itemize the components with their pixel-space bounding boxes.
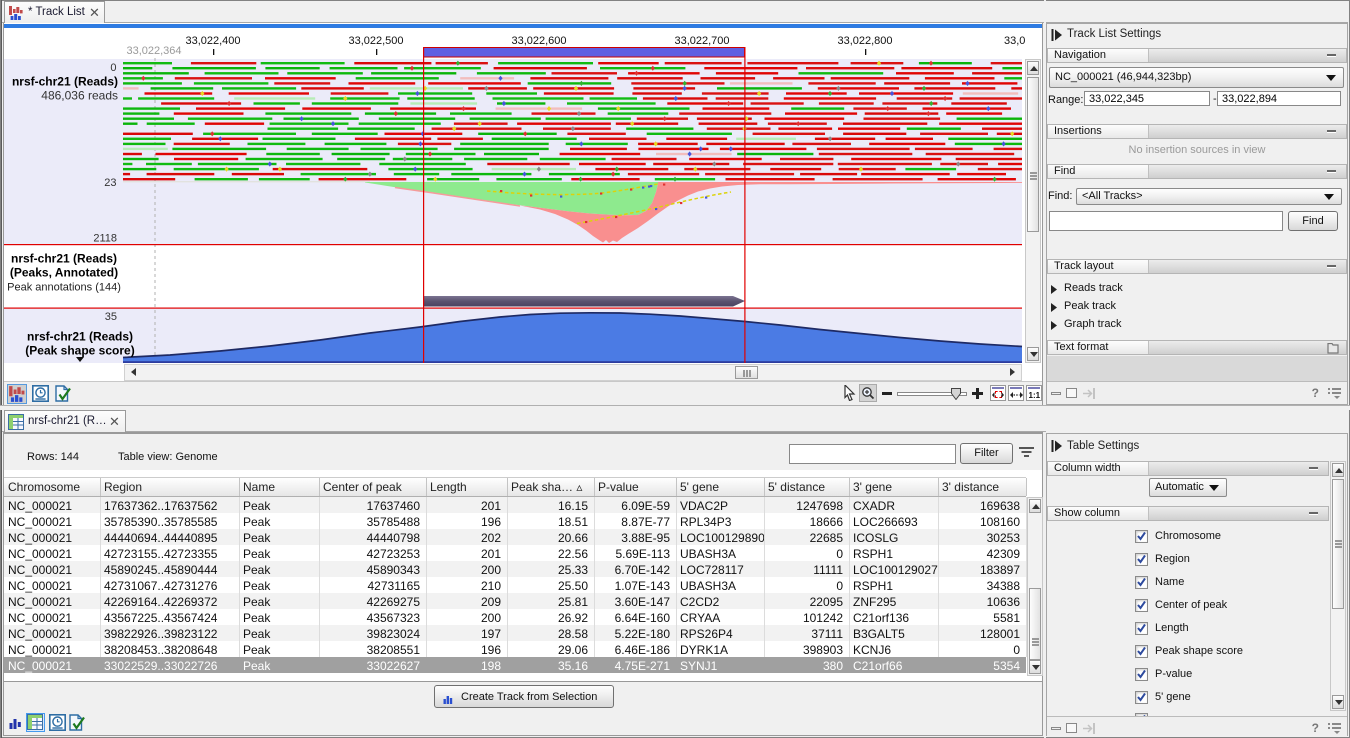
svg-text:(Peak shape score): (Peak shape score) <box>25 344 134 358</box>
svg-text:nrsf-chr21 (Reads): nrsf-chr21 (Reads) <box>11 252 117 266</box>
svg-text:33,022,400: 33,022,400 <box>185 35 240 47</box>
svg-text:486,036 reads: 486,036 reads <box>41 89 118 103</box>
svg-text:33,022,800: 33,022,800 <box>837 35 892 47</box>
svg-text:23: 23 <box>104 177 116 189</box>
svg-text:nrsf-chr21 (Reads): nrsf-chr21 (Reads) <box>27 330 133 344</box>
svg-text:33,022,500: 33,022,500 <box>348 35 403 47</box>
svg-text:33,0: 33,0 <box>1004 35 1025 47</box>
svg-text:2118: 2118 <box>93 233 117 245</box>
svg-text:33,022,600: 33,022,600 <box>511 35 566 47</box>
svg-text:33,022,700: 33,022,700 <box>674 35 729 47</box>
svg-text:nrsf-chr21 (Reads): nrsf-chr21 (Reads) <box>12 75 118 89</box>
svg-text:(Peaks, Annotated): (Peaks, Annotated) <box>10 266 118 280</box>
svg-text:0: 0 <box>110 62 116 74</box>
svg-text:33,022,364: 33,022,364 <box>126 45 181 57</box>
svg-text:35: 35 <box>105 311 117 323</box>
svg-text:Peak annotations (144): Peak annotations (144) <box>7 282 121 294</box>
